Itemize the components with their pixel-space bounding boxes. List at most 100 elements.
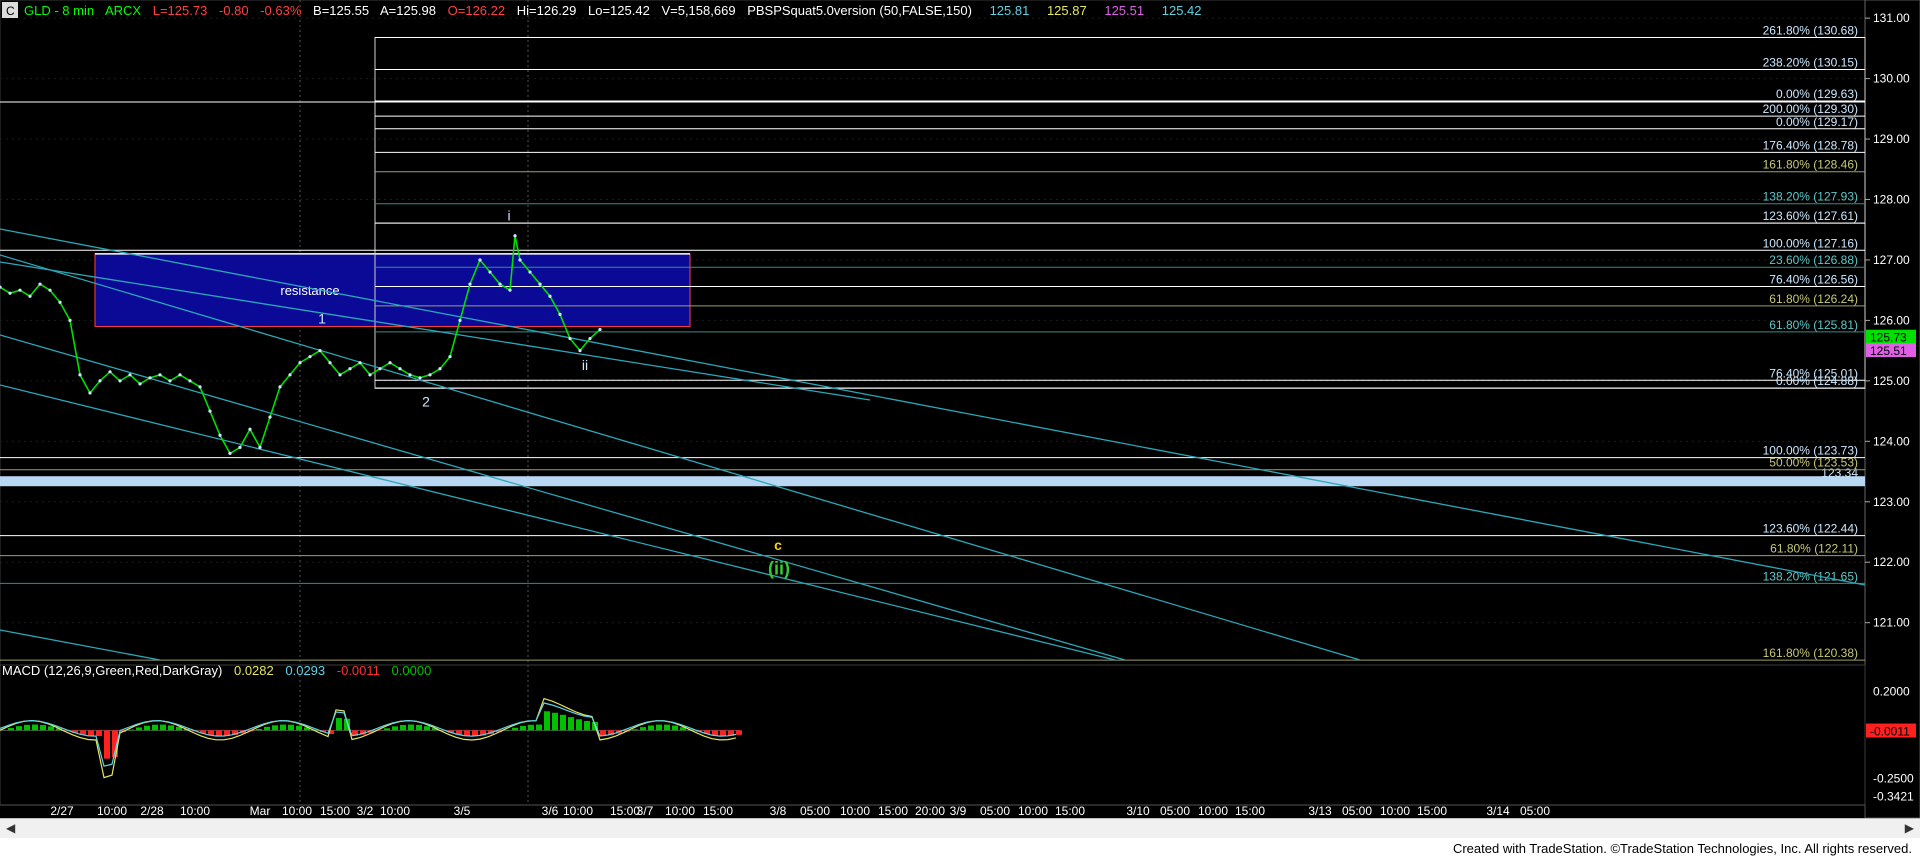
- macd-hist-bar: [424, 726, 430, 731]
- y-tick-label: 125.00: [1873, 374, 1910, 388]
- header-symbol: GLD - 8 min: [24, 3, 94, 18]
- macd-header: MACD (12,26,9,Green,Red,DarkGray) 0.0282…: [2, 663, 431, 678]
- macd-hist-bar: [136, 727, 142, 731]
- price-point: [8, 291, 12, 295]
- macd-val-2: 0.0293: [285, 663, 325, 678]
- macd-tick-label: 0.2000: [1873, 685, 1910, 699]
- y-tick-label: 128.00: [1873, 193, 1910, 207]
- header-last: L=125.73: [153, 3, 208, 18]
- price-point: [598, 327, 602, 332]
- macd-hist-bar: [256, 728, 262, 731]
- macd-hist-bar: [96, 730, 102, 737]
- price-point: [408, 373, 412, 377]
- fib-label: 61.80% (125.81): [1769, 318, 1858, 332]
- fib-label: 161.80% (120.38): [1763, 646, 1858, 660]
- scroll-left-icon[interactable]: ◀: [6, 821, 15, 835]
- macd-hist-bar: [296, 725, 302, 731]
- y-tick-label: 130.00: [1873, 72, 1910, 86]
- macd-hist-bar: [8, 728, 14, 731]
- price-point: [128, 373, 132, 377]
- x-tick-label: 05:00: [1160, 804, 1190, 818]
- price-point: [558, 312, 562, 316]
- macd-hist-bar: [24, 724, 30, 731]
- x-tick-label: 3/7: [637, 804, 654, 818]
- x-tick-label: 15:00: [1235, 804, 1265, 818]
- price-point: [68, 318, 72, 323]
- x-tick-label: 3/6: [542, 804, 559, 818]
- header-study: PBSPSquat5.0version (50,FALSE,150): [747, 3, 972, 18]
- x-tick-label: 10:00: [282, 804, 312, 818]
- macd-hist-bar: [720, 730, 726, 737]
- price-point: [238, 445, 242, 449]
- macd-hist-bar: [264, 726, 270, 731]
- price-point: [398, 367, 402, 371]
- y-tick-label: 127.00: [1873, 253, 1910, 267]
- x-tick-label: Mar: [250, 804, 271, 818]
- price-point: [328, 361, 332, 365]
- price-point: [118, 379, 122, 383]
- macd-hist-bar: [576, 719, 582, 731]
- x-tick-label: 3/13: [1308, 804, 1332, 818]
- macd-hist-bar: [280, 724, 286, 731]
- wave-label: c: [774, 537, 782, 553]
- wave-label: 2: [422, 393, 430, 409]
- price-point: [368, 373, 372, 377]
- fib-label: 238.20% (130.15): [1763, 56, 1858, 70]
- x-tick-label: 15:00: [1055, 804, 1085, 818]
- macd-hist-bar: [168, 725, 174, 731]
- price-point: [148, 376, 152, 380]
- price-point: [438, 367, 442, 371]
- fib-label: 0.00% (124.88): [1776, 374, 1858, 388]
- x-tick-label: 15:00: [1417, 804, 1447, 818]
- footer-credit: Created with TradeStation. ©TradeStation…: [1452, 841, 1912, 856]
- macd-hist-bar: [552, 712, 558, 731]
- fib-label: 0.00% (129.17): [1776, 115, 1858, 129]
- support-band-rect: [0, 476, 1865, 487]
- price-point: [188, 379, 192, 383]
- macd-hist-bar: [664, 724, 670, 731]
- macd-hist-bar: [16, 726, 22, 731]
- x-tick-label: 10:00: [97, 804, 127, 818]
- price-point: [418, 376, 422, 380]
- macd-hist-bar: [536, 724, 542, 731]
- price-point: [28, 294, 32, 298]
- price-point: [258, 445, 262, 449]
- y-tick-label: 126.00: [1873, 313, 1910, 327]
- macd-hist-bar: [160, 724, 166, 731]
- header-ask: A=125.98: [380, 3, 436, 18]
- x-tick-label: 15:00: [320, 804, 350, 818]
- price-point: [48, 288, 52, 292]
- x-tick-label: 2/28: [140, 804, 164, 818]
- price-point: [338, 373, 342, 377]
- x-tick-label: 10:00: [665, 804, 695, 818]
- macd-hist-bar: [32, 724, 38, 731]
- price-point: [298, 361, 302, 365]
- price-point: [58, 300, 62, 304]
- price-point: [448, 355, 452, 359]
- macd-hist-bar: [512, 727, 518, 731]
- scroll-right-icon[interactable]: ▶: [1905, 821, 1914, 835]
- price-point: [198, 385, 202, 389]
- x-tick-label: 10:00: [180, 804, 210, 818]
- study-val-3: 125.51: [1104, 3, 1144, 18]
- x-tick-label: 3/2: [357, 804, 374, 818]
- fib-label: 61.80% (126.24): [1769, 292, 1858, 306]
- price-point: [278, 385, 282, 389]
- x-tick-label: 05:00: [1342, 804, 1372, 818]
- price-point: [268, 415, 272, 419]
- macd-hist-bar: [656, 724, 662, 731]
- fib-label: 0.00% (129.63): [1776, 87, 1858, 101]
- wave-label: ii: [582, 357, 588, 373]
- price-point: [288, 373, 292, 377]
- macd-hist-bar: [560, 714, 566, 731]
- price-point: [178, 373, 182, 377]
- price-point: [588, 336, 592, 341]
- chart-area[interactable]: 123.34 resistance 261.80% (130.68)238.20…: [0, 0, 1920, 858]
- price-point: [498, 282, 502, 286]
- horizontal-scrollbar[interactable]: ◀ ▶: [0, 818, 1920, 839]
- header-high: Hi=126.29: [517, 3, 577, 18]
- y-tick-label: 122.00: [1873, 555, 1910, 569]
- price-point: [78, 373, 82, 377]
- price-point: [378, 367, 382, 371]
- macd-hist-bar: [88, 730, 94, 736]
